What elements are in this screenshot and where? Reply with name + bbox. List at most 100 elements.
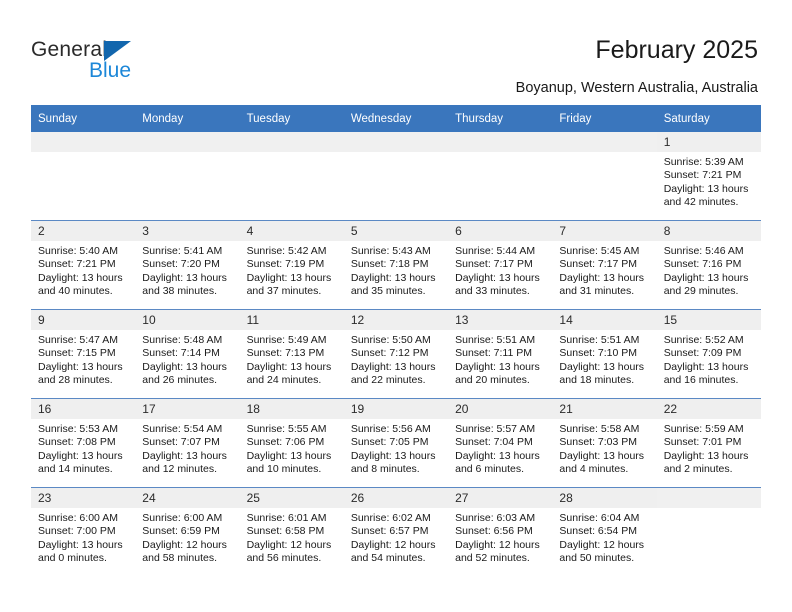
sunrise-text: Sunrise: 6:01 AM [246,512,327,524]
calendar-day-cell[interactable]: 5 Sunrise: 5:43 AM Sunset: 7:18 PM Dayli… [343,220,449,310]
day-details [31,152,135,156]
day-details: Sunrise: 5:53 AM Sunset: 7:08 PM Dayligh… [31,419,135,477]
calendar-day-cell[interactable] [239,132,344,221]
sunrise-text: Sunrise: 5:58 AM [559,423,640,435]
day-number [135,132,240,152]
sunset-text: Sunset: 7:19 PM [246,258,325,271]
calendar-body: 1 Sunrise: 5:39 AM Sunset: 7:21 PM Dayli… [31,132,761,576]
daylight-text-line1: Daylight: 13 hours [663,360,749,373]
calendar-day-cell[interactable]: 3 Sunrise: 5:41 AM Sunset: 7:20 PM Dayli… [135,220,240,310]
day-details: Sunrise: 5:48 AM Sunset: 7:14 PM Dayligh… [135,330,239,388]
weekday-header-thursday: Thursday [448,105,553,132]
sunrise-text: Sunrise: 6:00 AM [38,512,118,524]
sunrise-text: Sunrise: 5:42 AM [246,245,327,257]
weekday-header-monday: Monday [135,105,240,132]
calendar-day-cell[interactable]: 4 Sunrise: 5:42 AM Sunset: 7:19 PM Dayli… [239,220,344,310]
daylight-text-line1: Daylight: 13 hours [663,271,749,284]
calendar-day-cell[interactable]: 11 Sunrise: 5:49 AM Sunset: 7:13 PM Dayl… [239,309,344,399]
calendar-day-cell[interactable]: 25 Sunrise: 6:01 AM Sunset: 6:58 PM Dayl… [239,487,344,576]
day-details: Sunrise: 5:41 AM Sunset: 7:20 PM Dayligh… [135,241,239,299]
calendar-day-cell[interactable]: 23 Sunrise: 6:00 AM Sunset: 7:00 PM Dayl… [31,487,136,576]
sunset-text: Sunset: 7:05 PM [350,436,429,449]
day-number: 1 [656,132,761,152]
calendar-day-cell[interactable] [656,487,761,576]
day-number: 12 [343,310,449,330]
calendar-day-cell[interactable]: 27 Sunrise: 6:03 AM Sunset: 6:56 PM Dayl… [448,487,553,576]
day-details [135,152,239,156]
daylight-text-line1: Daylight: 12 hours [559,538,645,551]
day-number: 6 [448,221,553,241]
day-number [656,488,761,508]
weekday-header-wednesday: Wednesday [343,105,449,132]
calendar-day-cell[interactable]: 17 Sunrise: 5:54 AM Sunset: 7:07 PM Dayl… [135,398,240,488]
day-details [552,152,656,156]
calendar-day-cell[interactable]: 12 Sunrise: 5:50 AM Sunset: 7:12 PM Dayl… [343,309,449,399]
calendar-day-cell[interactable]: 20 Sunrise: 5:57 AM Sunset: 7:04 PM Dayl… [448,398,553,488]
calendar-day-cell[interactable]: 24 Sunrise: 6:00 AM Sunset: 6:59 PM Dayl… [135,487,240,576]
day-number [552,132,657,152]
day-number: 14 [552,310,657,330]
sunset-text: Sunset: 7:18 PM [350,258,429,271]
calendar-day-cell[interactable]: 26 Sunrise: 6:02 AM Sunset: 6:57 PM Dayl… [343,487,449,576]
daylight-text-line2: and 20 minutes. [455,374,530,387]
daylight-text-line1: Daylight: 13 hours [559,271,645,284]
day-details [448,152,552,156]
calendar-day-cell[interactable]: 14 Sunrise: 5:51 AM Sunset: 7:10 PM Dayl… [552,309,657,399]
calendar-day-cell[interactable]: 1 Sunrise: 5:39 AM Sunset: 7:21 PM Dayli… [656,132,761,221]
calendar-day-cell[interactable]: 2 Sunrise: 5:40 AM Sunset: 7:21 PM Dayli… [31,220,136,310]
calendar-day-cell[interactable]: 19 Sunrise: 5:56 AM Sunset: 7:05 PM Dayl… [343,398,449,488]
calendar-day-cell[interactable]: 8 Sunrise: 5:46 AM Sunset: 7:16 PM Dayli… [656,220,761,310]
calendar-day-cell[interactable]: 10 Sunrise: 5:48 AM Sunset: 7:14 PM Dayl… [135,309,240,399]
daylight-text-line1: Daylight: 13 hours [38,538,123,551]
day-number: 24 [135,488,240,508]
sunset-text: Sunset: 7:15 PM [38,347,116,360]
weekday-header-sunday: Sunday [31,105,136,132]
day-number: 2 [31,221,136,241]
day-number: 10 [135,310,240,330]
sunset-text: Sunset: 7:09 PM [663,347,742,360]
sunrise-text: Sunrise: 5:48 AM [142,334,223,346]
daylight-text-line1: Daylight: 13 hours [246,271,332,284]
sunset-text: Sunset: 7:13 PM [246,347,325,360]
daylight-text-line2: and 2 minutes. [663,463,733,476]
daylight-text-line1: Daylight: 13 hours [142,449,227,462]
calendar-day-cell[interactable] [448,132,553,221]
calendar-day-cell[interactable] [31,132,136,221]
logo-text-blue: Blue [89,59,132,82]
calendar-day-cell[interactable]: 16 Sunrise: 5:53 AM Sunset: 7:08 PM Dayl… [31,398,136,488]
day-details: Sunrise: 5:42 AM Sunset: 7:19 PM Dayligh… [240,241,344,299]
daylight-text-line1: Daylight: 13 hours [559,449,645,462]
calendar-day-cell[interactable]: 28 Sunrise: 6:04 AM Sunset: 6:54 PM Dayl… [552,487,657,576]
calendar-day-cell[interactable]: 7 Sunrise: 5:45 AM Sunset: 7:17 PM Dayli… [552,220,657,310]
calendar-day-cell[interactable]: 9 Sunrise: 5:47 AM Sunset: 7:15 PM Dayli… [31,309,136,399]
daylight-text-line2: and 50 minutes. [559,552,635,565]
calendar-day-cell[interactable]: 21 Sunrise: 5:58 AM Sunset: 7:03 PM Dayl… [552,398,657,488]
calendar-day-cell[interactable]: 18 Sunrise: 5:55 AM Sunset: 7:06 PM Dayl… [239,398,344,488]
weekday-header-friday: Friday [552,105,657,132]
daylight-text-line1: Daylight: 13 hours [38,360,123,373]
sunrise-text: Sunrise: 5:49 AM [246,334,327,346]
day-details: Sunrise: 6:03 AM Sunset: 6:56 PM Dayligh… [448,508,552,566]
calendar-day-cell[interactable]: 6 Sunrise: 5:44 AM Sunset: 7:17 PM Dayli… [448,220,553,310]
calendar-day-cell[interactable] [135,132,240,221]
calendar-day-cell[interactable] [552,132,657,221]
day-number: 25 [239,488,344,508]
daylight-text-line2: and 10 minutes. [246,463,322,476]
daylight-text-line2: and 26 minutes. [142,374,217,387]
day-number: 17 [135,399,240,419]
page-header: General Blue February 2025 Boyanup, West… [0,0,792,105]
day-details [657,508,761,512]
sunrise-text: Sunrise: 5:55 AM [246,423,327,435]
calendar-day-cell[interactable]: 22 Sunrise: 5:59 AM Sunset: 7:01 PM Dayl… [656,398,761,488]
sunrise-text: Sunrise: 5:51 AM [455,334,536,346]
daylight-text-line1: Daylight: 13 hours [455,271,540,284]
sunset-text: Sunset: 7:21 PM [663,169,742,182]
calendar-day-cell[interactable]: 15 Sunrise: 5:52 AM Sunset: 7:09 PM Dayl… [656,309,761,399]
day-details: Sunrise: 5:44 AM Sunset: 7:17 PM Dayligh… [448,241,552,299]
calendar-day-cell[interactable]: 13 Sunrise: 5:51 AM Sunset: 7:11 PM Dayl… [448,309,553,399]
calendar-week-row: 16 Sunrise: 5:53 AM Sunset: 7:08 PM Dayl… [31,398,761,488]
daylight-text-line2: and 29 minutes. [663,285,739,298]
sunrise-text: Sunrise: 5:46 AM [663,245,744,257]
calendar-day-cell[interactable] [343,132,449,221]
sunset-text: Sunset: 7:17 PM [455,258,533,271]
